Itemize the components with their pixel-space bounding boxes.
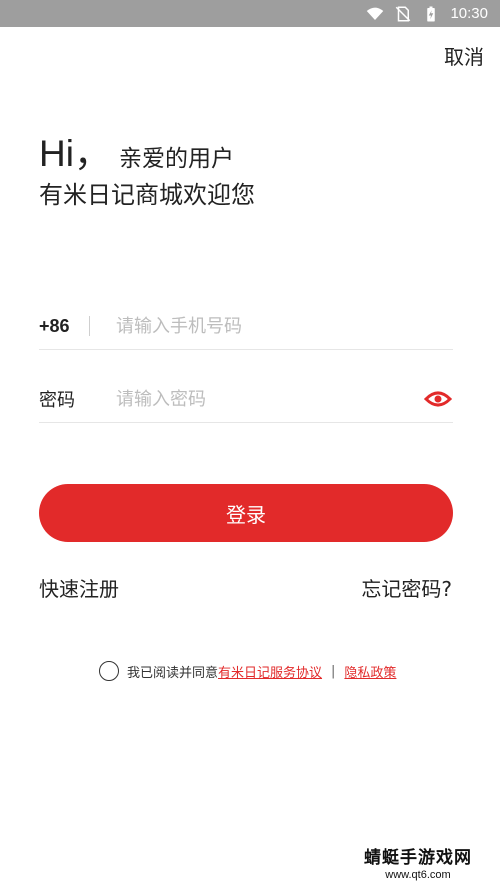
- watermark: 蜻蜓手游戏网 www.qt6.com: [348, 847, 488, 882]
- password-row: 密码: [39, 376, 453, 423]
- phone-input[interactable]: [116, 311, 453, 341]
- privacy-policy-link[interactable]: 隐私政策: [344, 662, 396, 681]
- eye-icon: [424, 391, 452, 407]
- password-input[interactable]: [116, 384, 423, 414]
- service-agreement-link[interactable]: 有米日记服务协议: [218, 662, 322, 681]
- country-code-divider: [89, 316, 90, 336]
- greeting-line: Hi， 亲爱的用户: [39, 132, 255, 176]
- quick-register-link[interactable]: 快速注册: [39, 575, 119, 603]
- status-time: 10:30: [450, 5, 488, 22]
- phone-row: +86: [39, 303, 453, 350]
- country-code[interactable]: +86: [39, 316, 87, 337]
- show-password-button[interactable]: [423, 384, 453, 414]
- greeting: Hi， 亲爱的用户 有米日记商城欢迎您: [39, 132, 255, 211]
- greeting-hi: Hi，: [39, 133, 111, 174]
- password-label: 密码: [39, 390, 75, 411]
- status-bar: 10:30: [0, 0, 500, 27]
- greeting-subtitle: 亲爱的用户: [118, 146, 234, 172]
- login-button[interactable]: 登录: [39, 484, 453, 542]
- agree-checkbox[interactable]: [99, 661, 119, 681]
- agreement-separator: |: [331, 663, 336, 679]
- welcome-text: 有米日记商城欢迎您: [39, 181, 255, 209]
- agreement: 我已阅读并同意 有米日记服务协议 | 隐私政策: [99, 658, 396, 684]
- agreement-text: 我已阅读并同意: [127, 665, 219, 681]
- forgot-password-link[interactable]: 忘记密码?: [361, 575, 452, 603]
- wifi-icon: [367, 7, 384, 20]
- status-icons: 10:30: [366, 4, 488, 24]
- battery-charging-icon: [427, 6, 436, 22]
- watermark-url: www.qt6.com: [385, 869, 451, 881]
- cancel-button[interactable]: 取消: [444, 44, 484, 70]
- watermark-text: 蜻蜓手游戏网: [364, 848, 472, 868]
- no-sim-icon: [396, 6, 411, 22]
